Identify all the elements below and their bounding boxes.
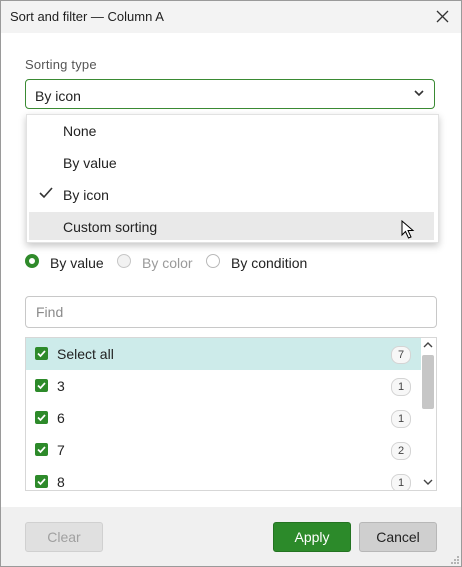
sorting-type-label: Sorting type [25, 57, 97, 72]
option-label: By value [63, 155, 117, 171]
check-icon [39, 187, 53, 199]
radio-dot [117, 254, 131, 268]
count-badge: 2 [391, 442, 411, 460]
list-item[interactable]: 8 1 [26, 466, 421, 490]
radio-label: By color [142, 255, 193, 271]
scroll-down-arrow-icon[interactable] [423, 478, 433, 486]
count-badge: 7 [391, 346, 411, 364]
count-badge: 1 [391, 378, 411, 396]
resize-grip-icon[interactable] [451, 556, 459, 564]
check-icon [37, 446, 46, 454]
list-item-select-all[interactable]: Select all 7 [26, 338, 421, 370]
checkbox[interactable] [35, 347, 48, 360]
dialog-footer: Clear Apply Cancel [1, 507, 461, 566]
check-icon [37, 478, 46, 486]
dropdown-option-by-value[interactable]: By value [29, 148, 434, 176]
check-icon [37, 382, 46, 390]
count-badge: 1 [391, 474, 411, 490]
option-label: None [63, 123, 97, 139]
option-label: Custom sorting [63, 219, 158, 235]
list-item[interactable]: 7 2 [26, 434, 421, 466]
close-icon [436, 10, 448, 23]
checkbox[interactable] [35, 411, 48, 424]
checkbox[interactable] [35, 443, 48, 456]
list-item[interactable]: 6 1 [26, 402, 421, 434]
title-bar: Sort and filter — Column A [1, 1, 461, 33]
list-item-label: 3 [57, 378, 65, 394]
sorting-type-dropdown: None By value By icon Custom sorting [26, 114, 439, 243]
dropdown-option-by-icon[interactable]: By icon [29, 180, 434, 208]
option-label: By icon [63, 187, 109, 203]
scroll-up-arrow-icon[interactable] [423, 341, 433, 349]
sorting-type-select[interactable]: By icon [25, 79, 435, 109]
clear-button[interactable]: Clear [25, 522, 103, 552]
find-input[interactable] [25, 296, 437, 328]
checkbox[interactable] [35, 379, 48, 392]
radio-label: By condition [231, 255, 308, 271]
dropdown-option-custom-sorting[interactable]: Custom sorting [29, 212, 434, 240]
list-item[interactable]: 3 1 [26, 370, 421, 402]
scrollbar-thumb[interactable] [422, 355, 434, 409]
mouse-pointer-icon [401, 220, 415, 239]
close-button[interactable] [429, 5, 455, 29]
check-icon [37, 414, 46, 422]
list-item-label: Select all [57, 346, 114, 362]
radio-dot [25, 254, 39, 268]
check-icon [37, 350, 46, 358]
sort-filter-dialog: Sort and filter — Column A Sorting type … [0, 0, 462, 567]
values-list: Select all 7 3 1 6 1 7 2 8 1 [25, 337, 437, 491]
list-item-label: 7 [57, 442, 65, 458]
cancel-button[interactable]: Cancel [359, 522, 437, 552]
dropdown-option-none[interactable]: None [29, 116, 434, 144]
radio-dot [206, 254, 220, 268]
apply-button[interactable]: Apply [273, 522, 351, 552]
radio-label: By value [50, 255, 104, 271]
dialog-title: Sort and filter — Column A [10, 9, 164, 24]
chevron-down-icon [414, 90, 424, 97]
checkbox[interactable] [35, 475, 48, 488]
sorting-type-value: By icon [35, 88, 81, 104]
list-item-label: 8 [57, 474, 65, 490]
list-item-label: 6 [57, 410, 65, 426]
count-badge: 1 [391, 410, 411, 428]
